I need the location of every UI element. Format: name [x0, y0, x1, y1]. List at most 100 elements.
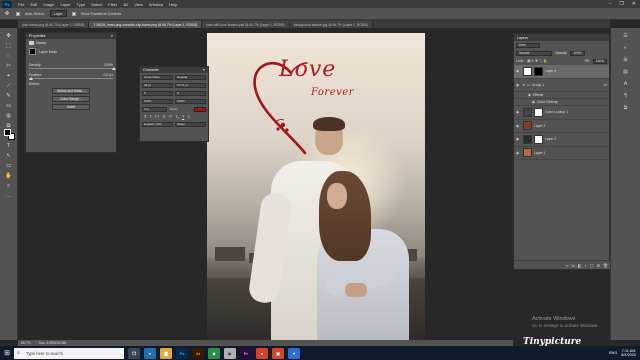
color-overlay-row[interactable]: ◉ Color Overlay [514, 99, 609, 106]
panel-menu-icon[interactable]: ≡ [203, 68, 205, 72]
adjustments-panel-icon[interactable]: ◐ [622, 44, 630, 52]
crop-tool-icon[interactable]: ✄ [4, 62, 14, 70]
text-color-swatch[interactable] [194, 106, 206, 112]
layer-row-group-1[interactable]: ◉ ▾ ▭ Group 1 fx [514, 79, 609, 92]
show-transform-checkbox[interactable] [71, 11, 76, 16]
eye-icon[interactable]: ◉ [516, 69, 521, 73]
link-layers-icon[interactable]: ∞ [566, 263, 569, 268]
invert-button[interactable]: Invert [52, 104, 90, 110]
faux-bold-icon[interactable]: T [144, 115, 146, 119]
leading-field[interactable]: 57.71 pt [175, 82, 206, 88]
menu-layer[interactable]: Layer [60, 2, 70, 7]
maximize-icon[interactable]: ❐ [619, 1, 623, 7]
app-icon[interactable]: ♥ [288, 347, 300, 359]
eraser-tool-icon[interactable]: ◍ [4, 112, 14, 120]
font-size-field[interactable]: 36 pt [142, 82, 173, 88]
underline-icon[interactable]: T [182, 115, 184, 119]
task-view-icon[interactable]: ❐ [128, 347, 140, 359]
menu-select[interactable]: Select [91, 2, 102, 7]
minimize-icon[interactable]: – [609, 1, 612, 7]
menu-help[interactable]: Help [169, 2, 177, 7]
lasso-tool-icon[interactable]: ◌ [4, 52, 14, 60]
brush-tool-icon[interactable]: ✎ [4, 92, 14, 100]
opacity-field[interactable]: 100% [570, 50, 585, 56]
doc-tab-active[interactable]: 3.38155_heart-png-romantic-clip-frame.pn… [89, 21, 203, 28]
effects-eye-icon[interactable]: ◉ [528, 93, 531, 97]
density-slider[interactable] [29, 66, 116, 70]
delete-layer-icon[interactable]: 🗑 [603, 263, 608, 268]
font-family-select[interactable]: Great Vibes [142, 74, 173, 80]
doc-tab[interactable]: background-texture.jpg @ 66.7% (Layer 1,… [289, 21, 373, 28]
all-caps-icon[interactable]: TT [155, 115, 160, 119]
doc-tab[interactable]: love-frame.png @ 66.7% (Layer 1, RGB/8) [18, 21, 90, 28]
layer-row-layer-3[interactable]: ◉ Layer 3 [514, 120, 609, 133]
new-layer-icon[interactable]: ⊞ [597, 263, 600, 268]
kerning-field[interactable]: 0 [142, 90, 173, 96]
illustrator-icon[interactable]: Ai [192, 347, 204, 359]
properties-panel-icon[interactable]: ⧉ [622, 104, 630, 112]
layer-row-layer-1[interactable]: ◉ Layer 1 [514, 147, 609, 160]
blend-mode-select[interactable]: Normal [516, 50, 552, 56]
slider-knob[interactable] [29, 76, 33, 80]
color-range-button[interactable]: Color Range... [52, 96, 90, 102]
strikethrough-icon[interactable]: T̶ [187, 115, 189, 119]
hand-tool-icon[interactable]: ✋ [4, 172, 14, 180]
marquee-tool-icon[interactable]: ⬚ [4, 42, 14, 50]
layer-row-color-lookup[interactable]: ◉ Color Lookup 1 [514, 106, 609, 120]
small-caps-icon[interactable]: Tr [162, 115, 165, 119]
file-explorer-icon[interactable]: ▇ [160, 347, 172, 359]
media-player-icon[interactable]: ▶ [224, 347, 236, 359]
character-panel-icon[interactable]: A [622, 80, 630, 88]
menu-file[interactable]: File [18, 2, 24, 7]
eye-icon[interactable]: ◉ [516, 83, 521, 87]
doc-tab[interactable]: love-with-love-flowers.psd @ 66.7% (Laye… [202, 21, 290, 28]
eye-icon[interactable]: ◉ [516, 110, 521, 114]
stamp-tool-icon[interactable]: ⛀ [4, 102, 14, 110]
horizontal-scale-field[interactable]: 100% [175, 98, 206, 104]
powerpoint-icon[interactable]: ▣ [272, 347, 284, 359]
new-group-icon[interactable]: ▢ [590, 263, 594, 268]
menu-window[interactable]: Window [149, 2, 163, 7]
baseline-shift-field[interactable]: 0 pt [142, 106, 167, 112]
move-tool-icon[interactable]: ✥ [3, 10, 11, 18]
channels-panel-icon[interactable]: ▤ [622, 68, 630, 76]
font-style-select[interactable]: Regular [175, 74, 206, 80]
auto-select-dropdown[interactable]: Layer [49, 10, 67, 17]
menu-3d[interactable]: 3D [123, 2, 128, 7]
close-icon[interactable]: ✕ [632, 1, 636, 7]
menu-image[interactable]: Image [43, 2, 54, 7]
paragraph-panel-icon[interactable]: ¶ [622, 92, 630, 100]
start-button-icon[interactable]: ⊞ [0, 346, 14, 360]
foreground-color-swatch[interactable] [4, 129, 11, 136]
premiere-icon[interactable]: Pr [240, 347, 252, 359]
more-tools-icon[interactable]: … [4, 192, 14, 200]
layer-row-layer-4[interactable]: ◉ Layer 4 [514, 65, 609, 79]
layers-panel-icon[interactable]: ☰ [622, 32, 630, 40]
menu-edit[interactable]: Edit [30, 2, 37, 7]
clock[interactable]: 7:11 AM 5/4/2020 [621, 349, 636, 358]
tracking-field[interactable]: 0 [175, 90, 206, 96]
kind-filter-select[interactable]: Kind [516, 42, 540, 48]
eyedropper-tool-icon[interactable]: ⌖ [4, 72, 14, 80]
document-canvas[interactable]: Love Forever [207, 33, 425, 340]
layer-effects-row[interactable]: ◉ Effects [514, 92, 609, 99]
add-mask-icon[interactable]: ◧ [578, 263, 582, 268]
layer-style-icon[interactable]: fx [571, 263, 574, 268]
taskbar-search[interactable]: ⌕ Type here to search [14, 347, 124, 359]
menu-type[interactable]: Type [77, 2, 86, 7]
app-icon[interactable]: ◆ [208, 347, 220, 359]
language-select[interactable]: English: USA [142, 121, 173, 127]
faux-italic-icon[interactable]: T [149, 115, 151, 119]
subscript-icon[interactable]: T₁ [175, 115, 179, 119]
zoom-tool-icon[interactable]: ⌕ [4, 182, 14, 190]
eye-icon[interactable]: ◉ [516, 137, 521, 141]
adjustment-layer-icon[interactable]: ◐ [584, 263, 586, 268]
auto-select-checkbox[interactable] [16, 11, 20, 16]
healing-tool-icon[interactable]: ⟋ [4, 82, 14, 90]
vertical-scale-field[interactable]: 100% [142, 98, 173, 104]
language-indicator[interactable]: ENG [609, 351, 617, 355]
lock-icons[interactable]: ▦ ✎ ✥ ⬚ 🔒 [527, 59, 547, 63]
type-tool-icon[interactable]: T [4, 142, 14, 150]
effect-eye-icon[interactable]: ◉ [532, 100, 535, 104]
chevron-down-icon[interactable]: ▾ [523, 83, 525, 87]
